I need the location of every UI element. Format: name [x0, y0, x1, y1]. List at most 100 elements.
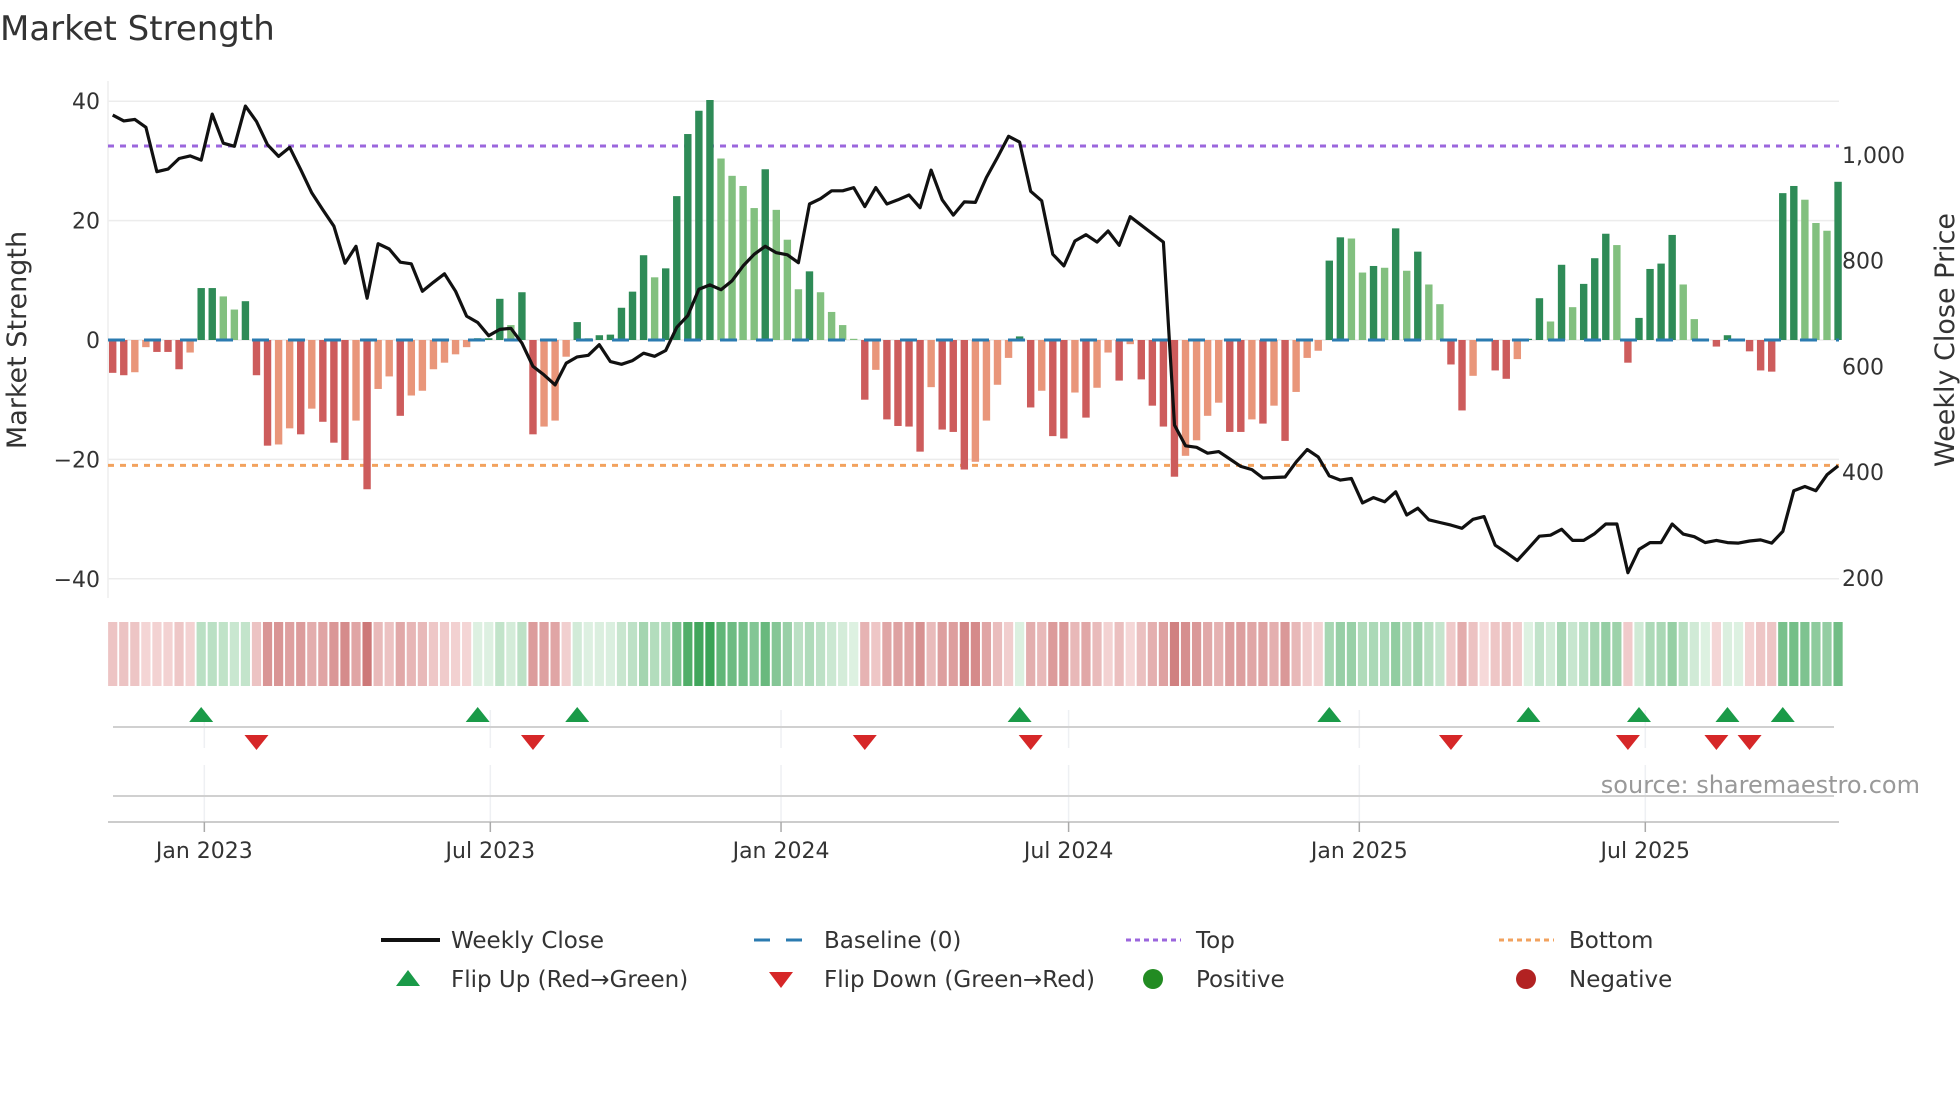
- y-tick-label: 20: [72, 210, 100, 235]
- heat-cell: [561, 622, 571, 686]
- strength-bar: [274, 340, 283, 445]
- strength-bar: [816, 292, 825, 340]
- heat-cell: [650, 622, 660, 686]
- heat-cell: [362, 622, 372, 686]
- strength-bar: [1203, 340, 1212, 416]
- right-axis-ticks: 1,000 800 600 400 200: [1842, 144, 1905, 592]
- strength-bar: [407, 340, 416, 396]
- legend-item-flip-up: Flip Up (Red→Green): [396, 967, 688, 993]
- triangle-down-icon: [769, 972, 793, 988]
- strength-bar: [496, 298, 504, 340]
- heat-cell: [1446, 622, 1456, 686]
- y-tick-label: −40: [54, 568, 100, 593]
- heat-cell: [1059, 622, 1069, 686]
- flip-markers-panel: [113, 707, 1834, 822]
- strength-bar: [850, 338, 858, 340]
- heat-cell: [1490, 622, 1500, 686]
- heat-cell: [1158, 622, 1168, 686]
- heat-cell: [1291, 622, 1301, 686]
- strength-bar: [186, 340, 194, 353]
- strength-bar: [120, 340, 128, 376]
- strength-bar: [1568, 307, 1577, 340]
- heat-cell: [1048, 622, 1058, 686]
- heat-cell: [1225, 622, 1235, 686]
- strength-bar: [750, 208, 758, 340]
- strength-bar: [1447, 340, 1455, 365]
- strength-bar: [1801, 199, 1809, 340]
- heat-strip: [108, 622, 1843, 686]
- strength-bar: [1657, 263, 1665, 340]
- left-axis-title: Market Strength: [2, 231, 33, 449]
- heat-cell: [1424, 622, 1434, 686]
- heat-cell: [473, 622, 483, 686]
- strength-bar: [1436, 304, 1444, 340]
- heat-cell: [1512, 622, 1522, 686]
- heat-cell: [937, 622, 947, 686]
- heat-cell: [274, 622, 284, 686]
- heat-cell: [1689, 622, 1699, 686]
- heat-cell: [1545, 622, 1556, 686]
- strength-bar: [230, 309, 239, 340]
- x-tick-label: Jan 2023: [154, 839, 253, 864]
- heat-cell: [1103, 622, 1113, 686]
- heat-cell: [329, 622, 339, 686]
- x-tick-label: Jul 2024: [1022, 839, 1114, 864]
- strength-bar: [1060, 340, 1068, 439]
- heat-cell: [119, 622, 129, 686]
- heat-cell: [627, 622, 638, 686]
- heat-cell: [1667, 622, 1677, 686]
- flip-down-marker: [852, 735, 877, 750]
- strength-bar: [1690, 319, 1698, 340]
- heat-cell: [849, 622, 859, 686]
- heat-cell: [550, 622, 560, 686]
- strength-bar: [905, 340, 913, 427]
- flip-down-marker: [244, 735, 269, 750]
- right-axis-title: Weekly Close Price: [1930, 213, 1960, 467]
- heat-cell: [506, 622, 516, 686]
- strength-bar: [485, 338, 493, 340]
- strength-bar: [263, 340, 272, 446]
- strength-bar: [1049, 340, 1057, 437]
- strength-bar: [1712, 340, 1721, 347]
- strength-bar: [949, 340, 957, 432]
- strength-bar: [1115, 340, 1123, 381]
- heat-cell: [1081, 622, 1091, 686]
- strength-bar: [1756, 340, 1765, 371]
- heat-cell: [827, 622, 837, 686]
- heat-cell: [1003, 622, 1014, 686]
- y-tick-label: 0: [86, 329, 100, 354]
- strength-bar: [761, 169, 769, 340]
- heat-cell: [307, 622, 317, 686]
- heat-cell: [1457, 622, 1467, 686]
- heat-cell: [749, 622, 759, 686]
- strength-bar: [1834, 181, 1842, 340]
- strength-bar: [1823, 230, 1831, 340]
- flip-down-marker: [1615, 735, 1640, 750]
- legend: Weekly Close Baseline (0) Top Bottom Flip Up…: [381, 928, 1672, 993]
- heat-cell: [959, 622, 969, 686]
- heat-cell: [1744, 622, 1755, 686]
- heat-cell: [1700, 622, 1710, 686]
- heat-cell: [185, 622, 195, 686]
- strength-bar: [1403, 270, 1411, 340]
- heat-cell: [893, 622, 903, 686]
- y2-tick-label: 400: [1842, 461, 1884, 486]
- strength-bar: [385, 340, 393, 377]
- heat-cell: [240, 622, 251, 686]
- strength-bar: [1026, 340, 1035, 408]
- heat-cell: [760, 622, 770, 686]
- strength-bar: [1336, 237, 1345, 340]
- heat-cell: [882, 622, 892, 686]
- heat-cell: [1767, 622, 1777, 686]
- heat-cell: [1169, 622, 1180, 686]
- heat-cell: [1733, 622, 1744, 686]
- heat-cell: [251, 622, 262, 686]
- heat-cell: [1147, 622, 1157, 686]
- heat-cell: [174, 622, 184, 686]
- chart-title: Market Strength: [0, 9, 275, 49]
- heat-cell: [1590, 622, 1600, 686]
- heat-cell: [428, 622, 439, 686]
- heat-cell: [296, 622, 306, 686]
- strength-bar: [1358, 272, 1367, 340]
- strength-bar: [706, 100, 714, 340]
